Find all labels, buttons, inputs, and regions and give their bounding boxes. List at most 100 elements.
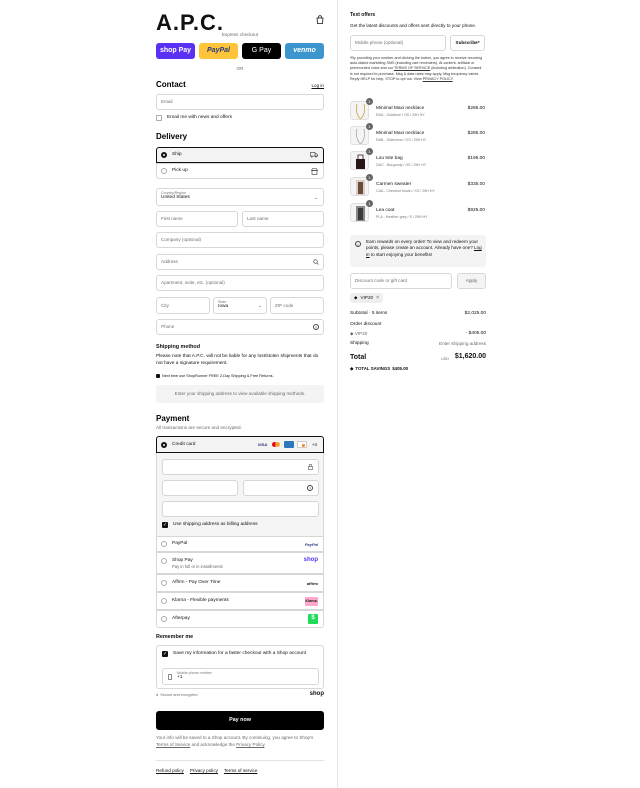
state-select[interactable]: State Iowa ⌄ <box>213 297 267 314</box>
shop-privacy-link[interactable]: Privacy Policy <box>236 742 264 747</box>
sms-tos-link[interactable]: TERMS OF SERVICE <box>394 66 430 70</box>
mobile-number-value: +1 <box>177 675 183 681</box>
discount-value: - $405.00 <box>465 331 486 336</box>
login-link[interactable]: Log in <box>300 83 324 89</box>
ship-radio[interactable] <box>161 152 167 158</box>
sms-privacy-link[interactable]: PRIVACY POLICY <box>423 77 453 81</box>
pickup-radio[interactable] <box>161 168 167 174</box>
save-info-checkbox[interactable]: ✓ <box>162 651 168 657</box>
shop-pay-radio[interactable] <box>161 558 167 564</box>
remember-me-heading: Remember me <box>156 634 194 640</box>
address-field[interactable]: Address <box>156 254 324 270</box>
klarna-option[interactable]: Klarna - Flexible payments Klarna. <box>156 592 324 610</box>
expiry-field[interactable] <box>162 480 238 496</box>
savings-value: $405.00 <box>392 366 409 371</box>
applied-code-chip: ◆ VIP20 × <box>350 293 383 303</box>
venmo-label: venmo <box>293 46 316 54</box>
state-value: Iowa <box>218 304 229 310</box>
subtotal-label: Subtotal · 5 items <box>350 311 388 316</box>
credit-card-radio[interactable] <box>161 442 167 448</box>
remove-code-icon[interactable]: × <box>376 295 379 301</box>
sms-phone-placeholder: Mobile phone (optional) <box>355 40 404 46</box>
subscribe-button[interactable]: Subscribe* <box>450 35 485 51</box>
discount-code-field[interactable]: Discount code or gift card <box>350 273 452 289</box>
credit-card-label: Credit card <box>172 442 196 447</box>
venmo-button[interactable]: venmo <box>285 43 324 59</box>
first-name-field[interactable]: First name <box>156 211 238 227</box>
savings-label: TOTAL SAVINGS <box>355 366 391 371</box>
billing-checkbox[interactable]: ✓ <box>162 522 168 528</box>
rewards-banner: i Earn rewards on every order! To view a… <box>350 235 486 267</box>
shop-pay-option[interactable]: Shop Pay Pay in full or in installments s… <box>156 552 324 574</box>
product-price: $285.00 <box>467 106 485 111</box>
security-code-field[interactable]: ? <box>243 480 319 496</box>
paypal-button[interactable]: PayPal <box>199 43 238 59</box>
chevron-down-icon: ⌄ <box>313 195 318 201</box>
help-icon[interactable]: ? <box>313 324 319 330</box>
shipping-placeholder-text: Enter your shipping address to view avai… <box>174 391 306 397</box>
affirm-label: Affirm - Pay Over Time <box>172 580 221 585</box>
email-field[interactable]: Email <box>156 94 324 110</box>
phone-placeholder: Phone <box>161 324 175 330</box>
apartment-field[interactable]: Apartment, suite, etc. (optional) <box>156 275 324 291</box>
cvv-help-icon[interactable]: ? <box>307 485 313 491</box>
card-more-count: +4 <box>311 441 317 447</box>
rewards-text-a: Earn rewards on every order! To view and… <box>366 239 479 251</box>
city-placeholder: City <box>161 302 169 308</box>
paypal-radio[interactable] <box>161 541 167 547</box>
mastercard-icon <box>271 441 281 448</box>
apartment-placeholder: Apartment, suite, etc. (optional) <box>161 280 225 286</box>
name-on-card-field[interactable] <box>162 501 319 517</box>
last-name-placeholder: Last name <box>247 216 269 222</box>
klarna-radio[interactable] <box>161 598 167 604</box>
billing-same-toggle[interactable]: ✓ Use shipping address as billing address <box>162 522 258 528</box>
affirm-logo-icon: affirm <box>306 581 318 586</box>
card-details-panel: ? ✓ Use shipping address as billing addre… <box>156 453 324 537</box>
save-info-toggle[interactable]: ✓ Save my information for a faster checko… <box>162 651 306 657</box>
google-pay-button[interactable]: G Pay <box>242 43 281 59</box>
paypal-option[interactable]: PayPal PayPal <box>156 536 324 552</box>
refund-policy-link[interactable]: Refund policy <box>156 768 184 774</box>
afterpay-option[interactable]: Afterpay $ <box>156 610 324 628</box>
news-opt-in[interactable]: Email me with news and offers <box>156 115 232 121</box>
footer-divider <box>156 760 324 761</box>
delivery-option-pickup[interactable]: Pick up <box>156 163 324 179</box>
afterpay-radio[interactable] <box>161 616 167 622</box>
shipping-label: Shipping <box>350 341 369 346</box>
sms-phone-field[interactable]: Mobile phone (optional) <box>350 35 446 51</box>
shop-pay-button[interactable]: shop Pay <box>156 43 195 59</box>
shoprunner-icon <box>156 374 160 379</box>
shipping-note: Please note that A.P.C. will not be liab… <box>156 354 319 366</box>
news-checkbox[interactable] <box>156 115 162 121</box>
phone-field[interactable]: Phone ? <box>156 319 324 335</box>
terms-of-service-link[interactable]: Terms of service <box>224 768 257 774</box>
delivery-option-ship[interactable]: Ship <box>156 147 324 163</box>
credit-card-option[interactable]: Credit card VISA +4 <box>156 436 324 453</box>
affirm-option[interactable]: Affirm - Pay Over Time affirm <box>156 574 324 592</box>
product-name: Minimal Maxi necklace <box>376 106 425 111</box>
country-select[interactable]: Country/Region United States ⌄ <box>156 188 324 206</box>
affirm-radio[interactable] <box>161 580 167 586</box>
legal-text-mid: and acknowledge the <box>190 741 237 747</box>
product-price: $925.00 <box>467 208 485 213</box>
quantity-badge: 1 <box>366 98 373 105</box>
card-number-field[interactable] <box>162 459 319 475</box>
privacy-policy-link[interactable]: Privacy policy <box>190 768 218 774</box>
last-name-field[interactable]: Last name <box>242 211 324 227</box>
mobile-number-field[interactable]: Mobile phone number +1 <box>162 668 319 685</box>
quantity-badge: 1 <box>366 148 373 155</box>
cart-icon[interactable] <box>315 15 324 24</box>
shop-tos-link[interactable]: Terms of Service <box>156 742 190 747</box>
pay-now-button[interactable]: Pay now <box>156 711 324 730</box>
total-savings: ◆ TOTAL SAVINGS $405.00 <box>350 366 408 372</box>
zip-field[interactable]: ZIP code <box>270 297 324 314</box>
mobile-phone-icon <box>168 674 172 680</box>
apply-button[interactable]: Apply <box>457 273 486 289</box>
legal-text: Your info will be saved to a Shop accoun… <box>156 735 326 748</box>
product-variant: RAA - Goldtone / OS / 25H HY <box>376 113 425 117</box>
email-placeholder: Email <box>161 99 173 105</box>
subscribe-label: Subscribe* <box>455 40 480 46</box>
shoprunner-text: Next time use ShopRunner FREE 2-Day Ship… <box>162 374 274 378</box>
city-field[interactable]: City <box>156 297 210 314</box>
company-field[interactable]: Company (optional) <box>156 232 324 248</box>
